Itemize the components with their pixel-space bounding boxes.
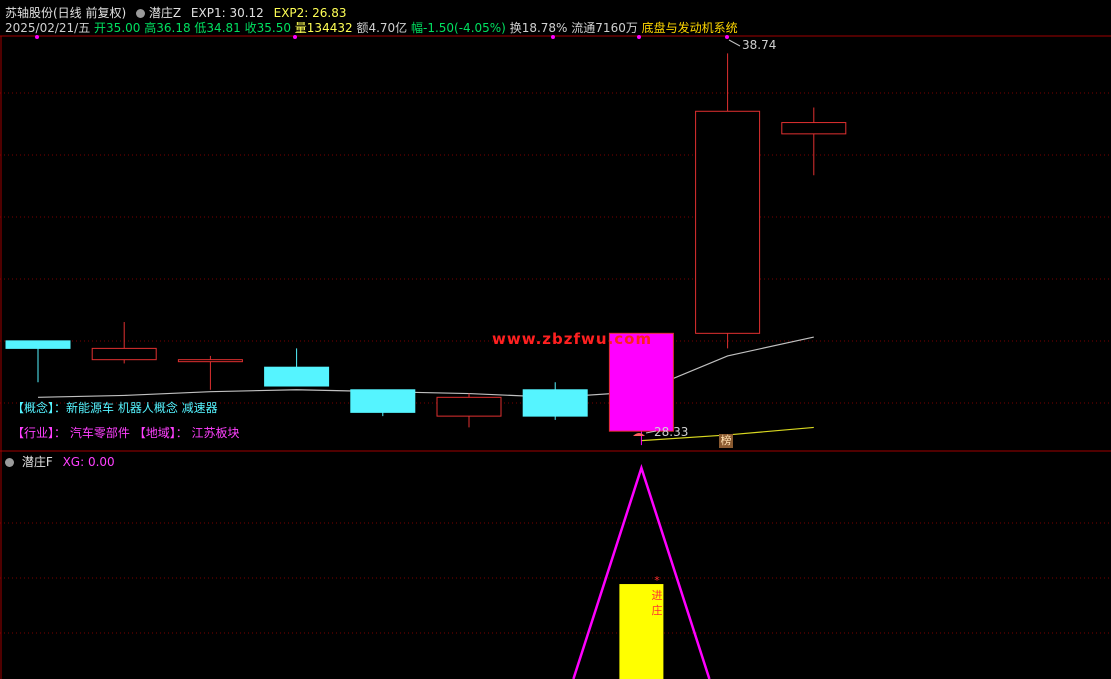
candle-body: [91, 347, 157, 361]
candle-body: [781, 122, 847, 135]
candle-body: [177, 359, 243, 363]
xg-label: XG: 0.00: [62, 455, 115, 469]
candle-body: [350, 389, 416, 413]
candle: [695, 53, 761, 349]
industry-value: 汽车零部件: [69, 426, 130, 440]
candle-body: [522, 389, 588, 417]
sub-indicator-name[interactable]: 潜庄F: [22, 455, 53, 469]
low-price-label: 28.33: [654, 425, 689, 439]
candle-body: [608, 332, 674, 432]
candle: [781, 107, 847, 176]
region-value: 江苏板块: [191, 426, 240, 440]
chart-grid: [0, 92, 1111, 634]
candle-body: [436, 396, 502, 417]
sub-indicator: [572, 463, 711, 679]
ma-line-white: [37, 336, 814, 398]
candle-body: [695, 110, 761, 334]
entry-vertical-text: *进庄: [651, 574, 663, 617]
watermark-text: www.zbzfwu.com: [492, 330, 653, 348]
concept-line: 【概念】：新能源车 机器人概念 减速器: [12, 401, 218, 415]
high-pointer: [728, 39, 741, 47]
low-pointer-icon: [633, 430, 657, 436]
candle: [436, 393, 502, 428]
candle: [350, 389, 416, 417]
rank-badge[interactable]: 榜: [719, 434, 733, 448]
candle: [91, 322, 157, 364]
candle: [264, 348, 330, 387]
candle: [5, 340, 71, 383]
high-price-label: 38.74: [742, 38, 777, 52]
candle-body: [5, 340, 71, 349]
candle-body: [264, 366, 330, 387]
industry-region-line: 【行业】： 汽车零部件 【地域】： 江苏板块: [12, 424, 240, 441]
candle: [522, 382, 588, 420]
gear-icon[interactable]: [5, 458, 14, 467]
candlesticks: [5, 53, 847, 446]
candle: [177, 355, 243, 390]
region-prefix: 【地域】：: [133, 426, 188, 440]
sub-header: 潜庄F XG: 0.00: [5, 453, 115, 470]
industry-prefix: 【行业】：: [12, 426, 67, 440]
